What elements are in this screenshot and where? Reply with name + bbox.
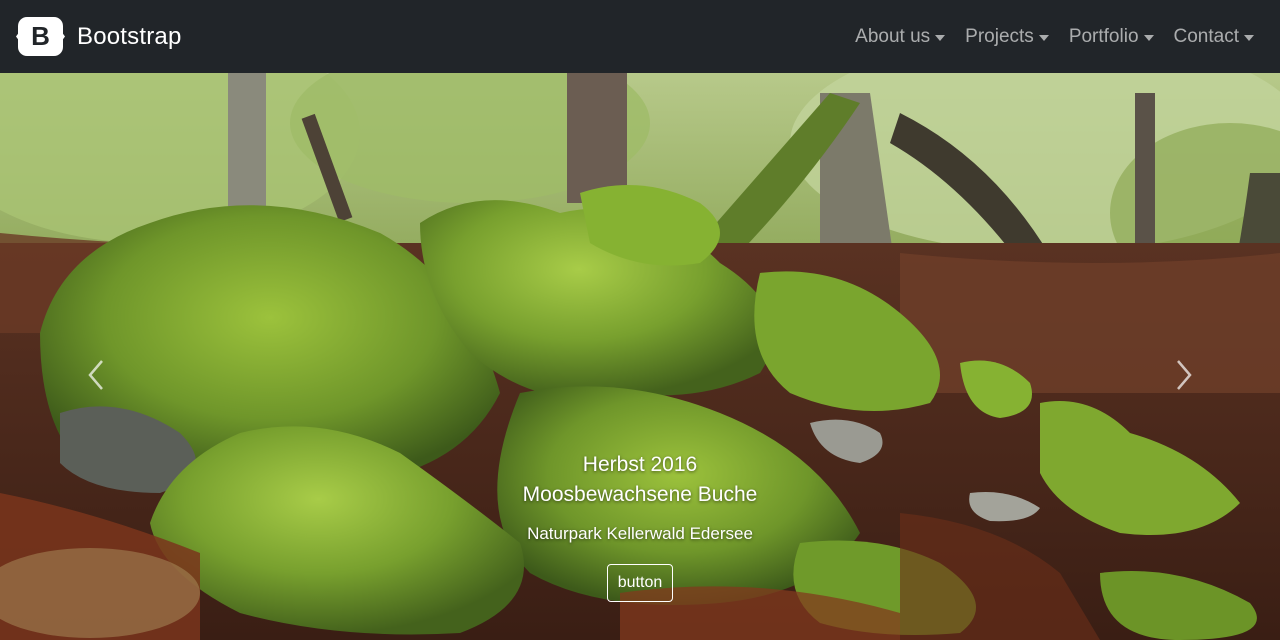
bootstrap-logo-icon: B — [16, 17, 65, 56]
caret-down-icon — [1143, 34, 1154, 41]
nav-item-about-us[interactable]: About us — [845, 18, 955, 56]
carousel-caption: Herbst 2016 Moosbewachsene Buche Naturpa… — [0, 450, 1280, 602]
nav-item-label: Projects — [965, 25, 1034, 47]
caption-text: Naturpark Kellerwald Edersee — [527, 524, 753, 543]
carousel: Herbst 2016 Moosbewachsene Buche Naturpa… — [0, 73, 1280, 640]
caption-button[interactable]: button — [606, 564, 674, 602]
navbar: B Bootstrap About us Projects Portfolio … — [0, 0, 1280, 73]
nav-item-label: About us — [855, 25, 931, 47]
carousel-prev-button[interactable] — [76, 343, 116, 407]
carousel-next-button[interactable] — [1164, 343, 1204, 407]
caret-down-icon — [1038, 34, 1049, 41]
svg-text:B: B — [31, 21, 50, 51]
chevron-left-icon — [88, 360, 103, 390]
chevron-right-icon — [1177, 360, 1192, 390]
caption-subtitle: Moosbewachsene Buche — [522, 483, 758, 506]
nav-item-label: Contact — [1173, 25, 1239, 47]
caret-down-icon — [935, 34, 946, 41]
nav-menu: About us Projects Portfolio Contact — [845, 18, 1264, 56]
brand[interactable]: B Bootstrap — [16, 16, 182, 57]
nav-item-projects[interactable]: Projects — [955, 18, 1059, 56]
nav-item-contact[interactable]: Contact — [1164, 18, 1264, 56]
nav-item-portfolio[interactable]: Portfolio — [1059, 18, 1164, 56]
caret-down-icon — [1244, 34, 1254, 41]
nav-item-label: Portfolio — [1068, 25, 1139, 47]
brand-text: Bootstrap — [77, 22, 182, 50]
caption-title: Herbst 2016 — [582, 453, 698, 476]
